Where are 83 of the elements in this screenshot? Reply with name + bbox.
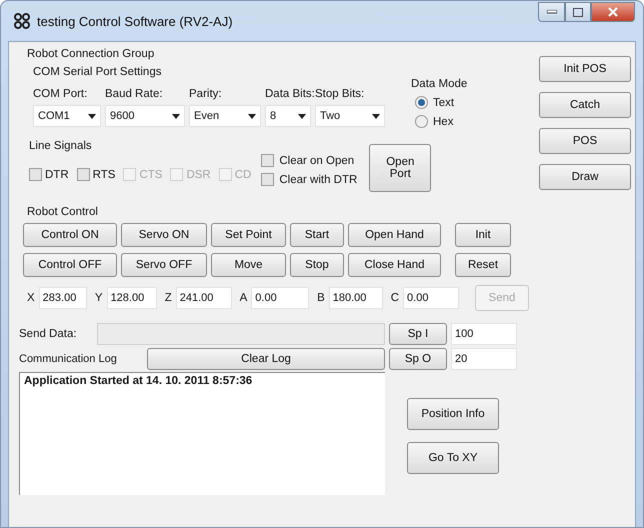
field-label: Communication Log <box>19 353 118 365</box>
close-icon <box>608 7 618 17</box>
field-label: Parity: <box>189 88 222 100</box>
minimize-button[interactable] <box>538 2 565 22</box>
speed-out-button[interactable]: Sp O <box>389 348 447 370</box>
dropdown-caret-icon[interactable] <box>298 114 306 118</box>
field-label: Send Data: <box>19 328 78 340</box>
action-button[interactable]: Position Info <box>407 398 499 430</box>
command-button[interactable]: Servo OFF <box>121 253 207 277</box>
axis-label: X <box>27 292 35 304</box>
field-label: Data Bits: <box>265 88 315 100</box>
checkbox[interactable] <box>261 154 274 167</box>
command-button[interactable]: Start <box>290 223 344 247</box>
dropdown-caret-icon[interactable] <box>248 114 256 118</box>
dropdown-caret-icon[interactable] <box>172 114 180 118</box>
close-button[interactable] <box>591 2 635 22</box>
axis-label: A <box>240 292 248 304</box>
section-title: Data Mode <box>411 78 468 90</box>
axis-label: Z <box>164 292 172 304</box>
dropdown-field[interactable]: COM1 <box>33 105 101 127</box>
coordinate-field[interactable]: 0.00 <box>403 287 459 309</box>
action-button[interactable]: Catch <box>539 92 631 118</box>
checkbox[interactable] <box>76 168 90 181</box>
command-button[interactable]: Servo ON <box>121 223 207 247</box>
action-button[interactable]: Draw <box>539 164 631 190</box>
app-logo-icon <box>13 13 31 29</box>
checkbox-label: Clear with DTR <box>279 174 358 186</box>
coordinate-field[interactable]: 0.00 <box>251 287 310 309</box>
window-title: testing Control Software (RV2-AJ) <box>37 14 233 28</box>
radio-button[interactable] <box>415 96 428 109</box>
coordinate-field[interactable]: 180.00 <box>328 287 383 309</box>
radio-label: Hex <box>433 116 454 128</box>
command-button[interactable]: Control OFF <box>23 253 117 277</box>
checkbox-label: RTS <box>92 168 116 180</box>
section-title: Line Signals <box>29 140 93 152</box>
checkbox-label: DTR <box>45 168 69 180</box>
coordinate-field[interactable]: 128.00 <box>106 287 157 309</box>
open-port-button[interactable]: Open Port <box>369 144 432 192</box>
checkbox[interactable] <box>261 173 274 186</box>
speed-field[interactable]: 100 <box>451 323 517 345</box>
command-button[interactable]: Stop <box>290 253 344 277</box>
dropdown-field[interactable]: 8 <box>265 105 311 127</box>
maximize-icon <box>573 8 583 16</box>
group-title: Robot Connection Group <box>27 48 156 60</box>
dropdown-field[interactable]: Even <box>189 105 261 127</box>
clear-log-button[interactable]: Clear Log <box>147 348 385 370</box>
command-button[interactable]: Control ON <box>23 223 117 247</box>
checkbox[interactable] <box>29 168 42 181</box>
command-button[interactable]: Reset <box>455 253 511 277</box>
speed-field[interactable]: 20 <box>451 348 517 370</box>
checkbox-label: CTS <box>139 168 162 180</box>
command-button[interactable]: Close Hand <box>348 253 441 277</box>
minimize-icon <box>546 10 556 14</box>
command-button[interactable]: Open Hand <box>348 223 441 247</box>
checkbox-label: CD <box>234 168 252 180</box>
radio-label: Text <box>433 96 454 108</box>
action-button[interactable]: Go To XY <box>407 442 499 474</box>
coordinate-field[interactable]: 283.00 <box>38 287 87 309</box>
radio-button[interactable] <box>415 115 428 128</box>
command-button[interactable]: Init <box>455 223 511 247</box>
coordinate-field[interactable]: 241.00 <box>176 287 232 309</box>
log-line: Application Started at 14. 10. 2011 8:57:36 <box>24 375 254 387</box>
dropdown-field[interactable]: 9600 <box>105 105 185 127</box>
maximize-button[interactable] <box>565 2 591 22</box>
field-label: Stop Bits: <box>315 88 364 100</box>
command-button[interactable]: Move <box>211 253 286 277</box>
axis-label: B <box>317 292 325 304</box>
axis-label: Y <box>94 292 103 304</box>
field-label: COM Port: <box>33 88 88 100</box>
send-data-field[interactable] <box>97 323 385 345</box>
checkbox-label: Clear on Open <box>279 154 354 166</box>
field-label: Baud Rate: <box>105 88 163 100</box>
section-title: COM Serial Port Settings <box>33 66 162 78</box>
dropdown-caret-icon[interactable] <box>372 114 380 118</box>
action-button[interactable]: POS <box>539 128 631 154</box>
dropdown-caret-icon[interactable] <box>88 114 96 118</box>
dropdown-field[interactable]: Two <box>315 105 385 127</box>
command-button[interactable]: Set Point <box>211 223 286 247</box>
checkbox-label: DSR <box>186 168 211 180</box>
group-title: Robot Control <box>27 206 99 218</box>
speed-in-button[interactable]: Sp I <box>389 323 447 345</box>
axis-label: C <box>390 292 400 304</box>
action-button[interactable]: Init POS <box>539 56 631 82</box>
